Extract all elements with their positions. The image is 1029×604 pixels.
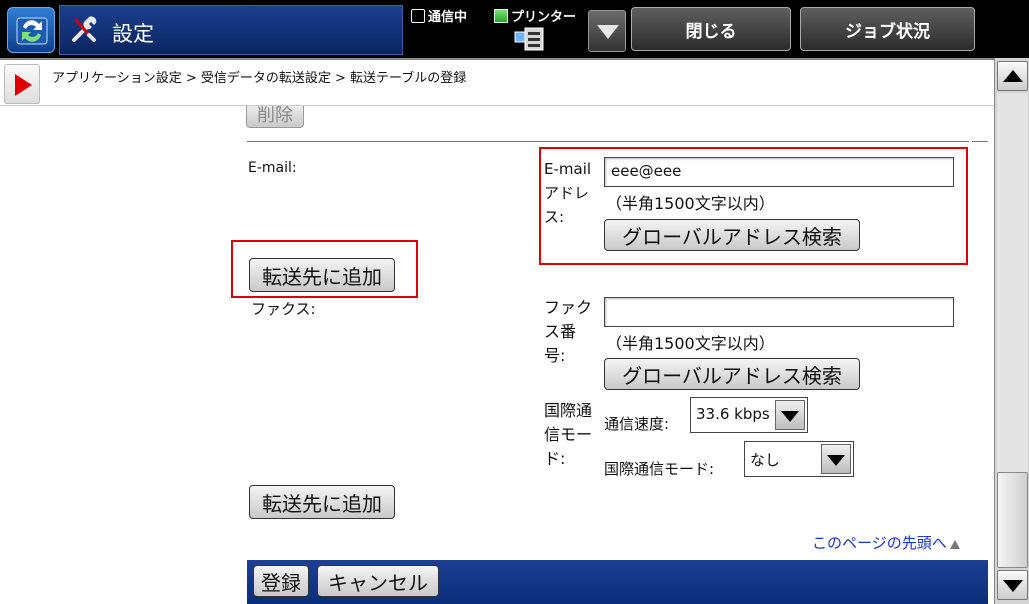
page-top-link-label[interactable]: このページの先頭へ	[812, 534, 947, 552]
fax-section-label: ファクス:	[251, 300, 316, 318]
breadcrumb-toggle-button[interactable]	[4, 64, 40, 104]
divider	[972, 141, 988, 142]
intl-mode-label-line: 信モー	[544, 425, 593, 444]
status-comm: 通信中	[411, 6, 467, 25]
fax-field-label-line: ス番	[544, 322, 577, 341]
footer-action-bar: 登録 キャンセル	[247, 560, 988, 604]
status-comm-label: 通信中	[428, 10, 468, 25]
intl-mode-select[interactable]: なし	[744, 441, 854, 477]
tools-icon	[70, 16, 98, 48]
email-field-label-line: E-mail	[544, 160, 592, 178]
delete-button[interactable]: 削除	[246, 106, 304, 128]
register-button[interactable]: 登録	[253, 565, 309, 597]
intl-mode-label: 国際通 信モー ド:	[544, 399, 592, 471]
intl-mode-label-line: 国際通	[544, 401, 593, 420]
fax-number-input[interactable]	[604, 297, 954, 327]
intl-mode-sub-label: 国際通信モード:	[604, 460, 715, 478]
printer-status-icon	[494, 8, 508, 23]
comm-status-icon	[411, 8, 425, 23]
arrow-up-icon	[1003, 70, 1023, 82]
email-address-input[interactable]: eee@eee	[604, 157, 954, 187]
chevron-down-icon	[597, 25, 619, 39]
email-field-label-line: アドレ	[544, 184, 590, 202]
divider	[247, 141, 969, 142]
scroll-down-button[interactable]	[997, 570, 1028, 600]
speed-select[interactable]: 33.6 kbps	[690, 397, 808, 433]
fax-field-label-line: 号:	[544, 346, 566, 365]
speed-select-value: 33.6 kbps	[696, 405, 770, 423]
chevron-down-icon[interactable]	[821, 444, 851, 474]
fax-hint: （半角1500文字以内）	[606, 334, 775, 353]
email-field-label: E-mail アドレ ス:	[544, 157, 591, 229]
job-status-button[interactable]: ジョブ状況	[800, 7, 975, 51]
breadcrumb-bar: アプリケーション設定 > 受信データの転送設定 > 転送テーブルの登録	[0, 58, 994, 106]
email-global-address-search-button[interactable]: グローバルアドレス検索	[604, 219, 860, 251]
top-bar: 設定 通信中 プリンター 閉じる ジョブ状況	[0, 0, 1029, 58]
status-dropdown-button[interactable]	[588, 10, 626, 52]
add-destination-button-2[interactable]: 転送先に追加	[249, 485, 395, 519]
intl-mode-select-value: なし	[750, 451, 781, 469]
cancel-button[interactable]: キャンセル	[317, 565, 439, 597]
fax-global-address-search-button[interactable]: グローバルアドレス検索	[604, 358, 860, 390]
play-arrow-icon	[15, 74, 32, 96]
intl-mode-label-line: ド:	[544, 449, 566, 468]
status-area: 通信中 プリンター	[411, 2, 586, 56]
chevron-down-icon[interactable]	[775, 400, 805, 430]
content-area: 削除 E-mail: E-mail アドレ ス: eee@eee （半角1500…	[0, 106, 994, 604]
scroll-up-button[interactable]	[997, 61, 1028, 91]
email-section-label: E-mail:	[248, 160, 297, 176]
status-printer-label: プリンター	[511, 10, 577, 25]
breadcrumb[interactable]: アプリケーション設定 > 受信データの転送設定 > 転送テーブルの登録	[52, 67, 466, 86]
printer-icon	[513, 26, 545, 56]
email-field-label-line: ス:	[544, 208, 565, 226]
vertical-scrollbar[interactable]	[994, 58, 1029, 604]
arrow-up-icon	[949, 540, 960, 549]
title-bar: 設定	[59, 5, 403, 55]
status-printer: プリンター	[494, 6, 576, 25]
refresh-sync-icon[interactable]	[7, 7, 55, 53]
email-hint: （半角1500文字以内）	[606, 194, 775, 213]
scroll-thumb[interactable]	[997, 472, 1028, 568]
speed-label: 通信速度:	[604, 415, 670, 433]
page-title: 設定	[112, 22, 154, 46]
close-button[interactable]: 閉じる	[631, 7, 791, 51]
page-top-link[interactable]: このページの先頭へ	[812, 532, 960, 553]
fax-field-label: ファク ス番 号:	[544, 296, 592, 368]
arrow-down-icon	[1003, 580, 1023, 592]
fax-field-label-line: ファク	[544, 298, 593, 317]
add-destination-button[interactable]: 転送先に追加	[249, 258, 395, 292]
